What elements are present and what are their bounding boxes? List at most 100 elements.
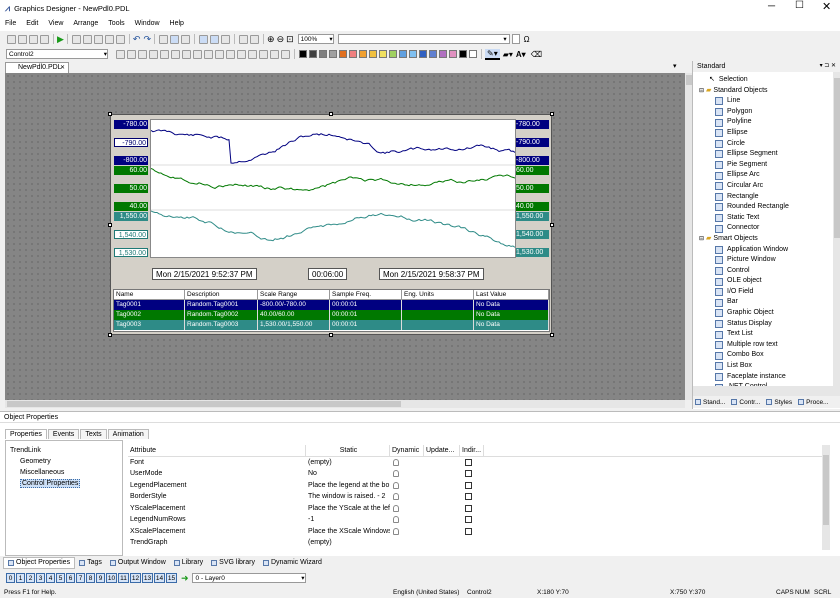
color-swatch[interactable]	[429, 50, 437, 58]
layer-button[interactable]: 6	[66, 573, 75, 583]
property-row[interactable]: BorderStyle The window is raised. - 2	[128, 491, 828, 503]
tree-item-bar[interactable]: Bar	[699, 297, 840, 308]
indirect-cell[interactable]	[460, 457, 484, 469]
column-header[interactable]: Scale Range	[258, 290, 330, 299]
panel-tab[interactable]: Contr...	[729, 399, 762, 406]
same-height-icon[interactable]	[237, 49, 246, 59]
tree-item-i-o-field[interactable]: I/O Field	[699, 287, 840, 298]
indirect-checkbox[interactable]	[465, 516, 472, 523]
dynamic-cell[interactable]	[390, 457, 424, 469]
property-row[interactable]: YScalePlacement Place the YScale at the l…	[128, 503, 828, 515]
font-size-select[interactable]	[511, 34, 520, 44]
layer-select[interactable]: 0 - Layer0 ▾	[191, 573, 306, 583]
layer-button[interactable]: 4	[46, 573, 55, 583]
tree-item-graphic-object[interactable]: Graphic Object	[699, 308, 840, 319]
menu-arrange[interactable]: Arrange	[68, 17, 103, 31]
property-value[interactable]: (empty)	[306, 537, 390, 549]
align-center-icon[interactable]	[171, 49, 180, 59]
panel-tab[interactable]: Stand...	[693, 399, 727, 406]
indirect-cell[interactable]	[460, 480, 484, 492]
tree-item-circular-arc[interactable]: Circular Arc	[699, 181, 840, 192]
layer-button[interactable]: 8	[86, 573, 95, 583]
tree-item-ellipse-arc[interactable]: Ellipse Arc	[699, 170, 840, 181]
arrow-right-icon[interactable]: ➜	[181, 573, 189, 584]
minimize-button[interactable]: ─	[768, 1, 775, 12]
dynamic-cell[interactable]	[390, 468, 424, 480]
color-swatch[interactable]	[449, 50, 457, 58]
close-icon[interactable]: ✕	[60, 63, 65, 73]
collapse-icon[interactable]: ⊟	[699, 234, 704, 245]
redo-icon[interactable]: ↷	[143, 34, 151, 45]
panel-controls[interactable]: ▾ ⊐ ✕	[820, 61, 836, 72]
color-swatch[interactable]	[369, 50, 377, 58]
time-end-box[interactable]: Mon 2/15/2021 9:58:37 PM	[379, 268, 484, 280]
tree-item-pie-segment[interactable]: Pie Segment	[699, 160, 840, 171]
same-width-icon[interactable]	[226, 49, 235, 59]
selection-handle[interactable]	[108, 223, 112, 227]
dynamic-cell[interactable]	[390, 514, 424, 526]
color-swatch[interactable]	[439, 50, 447, 58]
tree-item-miscellaneous[interactable]: Miscellaneous	[10, 467, 122, 478]
tree-item-ellipse-segment[interactable]: Ellipse Segment	[699, 149, 840, 160]
color-swatch[interactable]	[349, 50, 357, 58]
distribute-icon[interactable]	[193, 49, 202, 59]
indirect-cell[interactable]	[460, 491, 484, 503]
property-value[interactable]: No	[306, 468, 390, 480]
copy-icon[interactable]	[82, 34, 92, 44]
layers-icon[interactable]	[199, 34, 209, 44]
selection-handle[interactable]	[550, 333, 554, 337]
screenshot-icon[interactable]	[239, 34, 249, 44]
property-row[interactable]: LegendPlacement Place the legend at the b…	[128, 480, 828, 492]
layer-button[interactable]: 14	[154, 573, 165, 583]
column-header[interactable]: Static	[306, 445, 390, 456]
property-value[interactable]: The window is raised. - 2	[306, 491, 390, 503]
column-header[interactable]: Last Value	[474, 290, 549, 299]
property-row[interactable]: UserMode No	[128, 468, 828, 480]
color-swatch[interactable]	[309, 50, 317, 58]
color-swatch[interactable]	[469, 50, 477, 58]
property-row[interactable]: TrendGraph (empty)	[128, 537, 828, 549]
tree-item-picture-window[interactable]: Picture Window	[699, 255, 840, 266]
tree-item-static-text[interactable]: Static Text	[699, 213, 840, 224]
indirect-checkbox[interactable]	[465, 527, 472, 535]
table-row[interactable]: Tag0001 Random.Tag0001 -800.00/-780.00 00:0…	[114, 300, 549, 310]
tab-texts[interactable]: Texts	[80, 429, 107, 439]
line-color-icon[interactable]: ✎▾	[485, 48, 500, 60]
align-left-icon[interactable]	[160, 49, 169, 59]
group-icon[interactable]	[116, 49, 125, 59]
color-swatch[interactable]	[459, 50, 467, 58]
maximize-button[interactable]: ☐	[795, 0, 804, 11]
object-select[interactable]: Control2 ▾	[6, 49, 108, 59]
bottom-tab-library[interactable]: Library	[170, 557, 207, 569]
horizontal-scrollbar[interactable]	[5, 400, 685, 408]
bring-front-icon[interactable]	[138, 49, 147, 59]
layer-button[interactable]: 10	[106, 573, 117, 583]
indirect-cell[interactable]	[460, 503, 484, 515]
save-all-icon[interactable]	[40, 34, 49, 44]
rotate-icon[interactable]	[204, 49, 213, 59]
panel-scrollbar-v[interactable]	[833, 72, 840, 396]
tree-standard-objects[interactable]: ⊟ ▰ Standard Objects	[699, 86, 840, 97]
panel-scrollbar-h[interactable]	[693, 386, 833, 396]
time-range-box[interactable]: 00:06:00	[308, 268, 348, 280]
tree-item-trendlink[interactable]: TrendLink	[10, 445, 122, 456]
indirect-cell[interactable]	[460, 526, 484, 538]
tree-item-control[interactable]: Control	[699, 266, 840, 277]
selection-handle[interactable]	[550, 223, 554, 227]
omega-icon[interactable]: Ω	[524, 35, 530, 44]
dynamic-cell[interactable]	[390, 526, 424, 538]
bottom-tab-tags[interactable]: Tags	[75, 557, 106, 569]
layer-button[interactable]: 5	[56, 573, 65, 583]
selection-handle[interactable]	[329, 333, 333, 337]
same-size-icon[interactable]	[248, 49, 257, 59]
collapse-icon[interactable]: ⊟	[699, 86, 704, 97]
tree-selection[interactable]: ↖ Selection	[699, 75, 840, 86]
align-right-icon[interactable]	[182, 49, 191, 59]
zoom-in-icon[interactable]: ⊕	[267, 34, 275, 45]
menu-help[interactable]: Help	[165, 17, 189, 31]
tree-item-application-window[interactable]: Application Window	[699, 245, 840, 256]
column-header[interactable]: Eng. Units	[402, 290, 474, 299]
property-row[interactable]: LegendNumRows -1	[128, 514, 828, 526]
selection-handle[interactable]	[550, 112, 554, 116]
indirect-checkbox[interactable]	[465, 493, 472, 500]
